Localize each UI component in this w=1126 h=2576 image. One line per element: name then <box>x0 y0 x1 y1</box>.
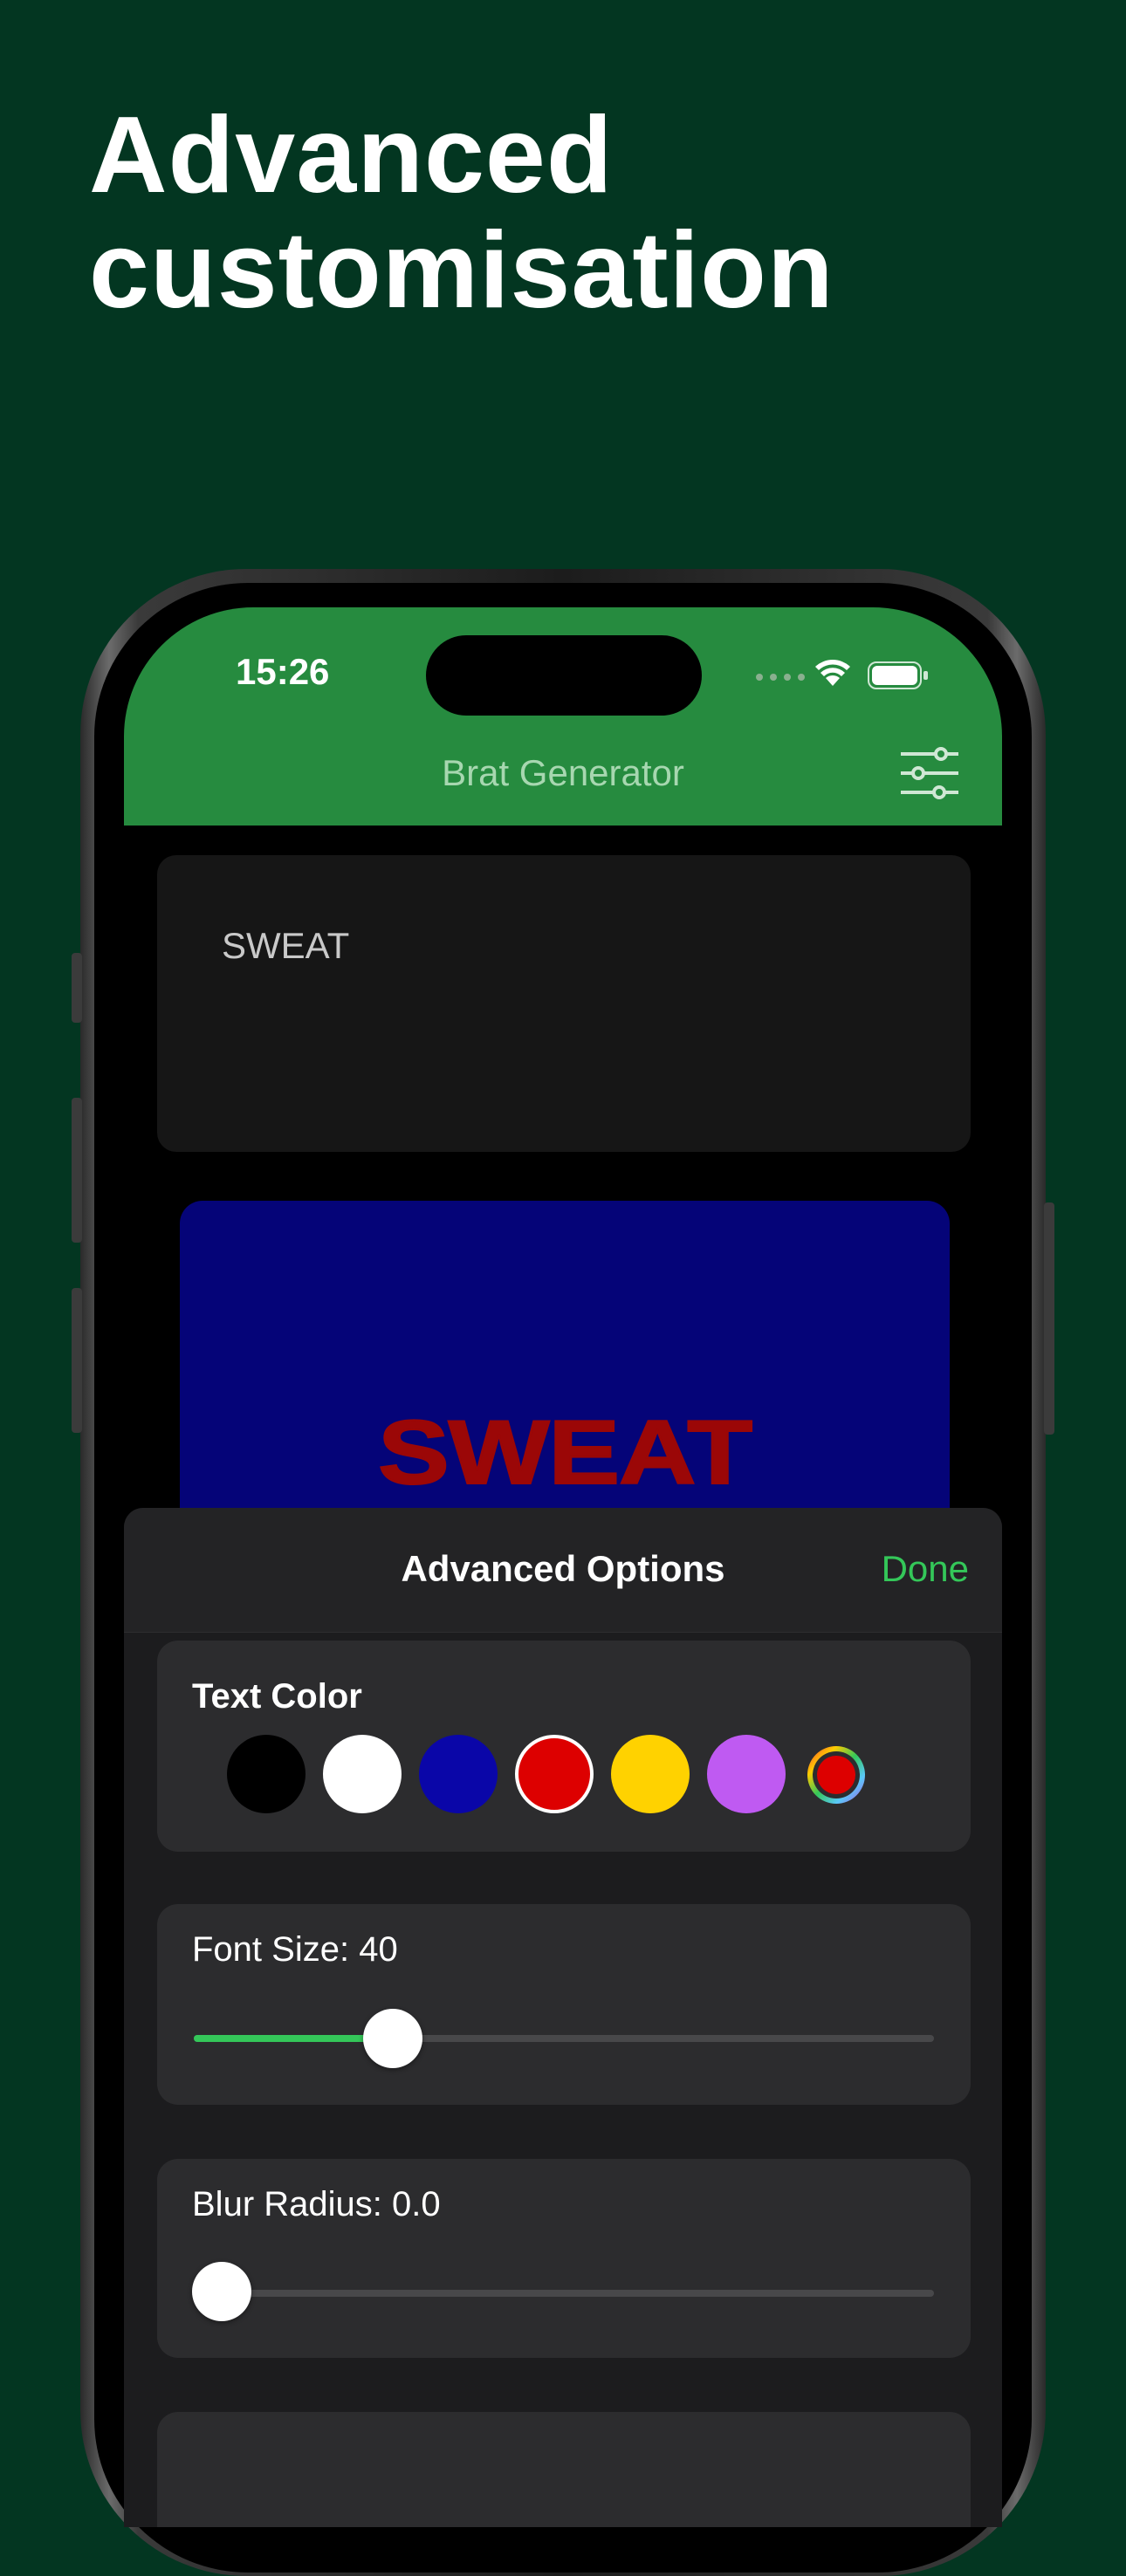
font-size-slider-thumb[interactable] <box>363 2009 422 2068</box>
sheet-header: Advanced Options Done <box>124 1508 1002 1633</box>
blur-radius-slider-thumb[interactable] <box>192 2262 251 2321</box>
text-input-area[interactable]: SWEAT <box>157 855 971 1152</box>
status-time: 15:26 <box>236 651 330 692</box>
advanced-options-sheet: Advanced Options Done Text Color Font Si… <box>124 1508 1002 2527</box>
blur-radius-label: Blur Radius: 0.0 <box>192 2185 441 2223</box>
headline-line-1: Advanced <box>89 95 614 216</box>
navigation-bar: 15:26 Brat Generator <box>124 607 1002 826</box>
blur-radius-card: Blur Radius: 0.0 <box>157 2159 971 2358</box>
headline-line-2: customisation <box>89 210 834 331</box>
color-swatch-white[interactable] <box>323 1735 402 1813</box>
dynamic-island <box>426 635 702 716</box>
blur-radius-slider-track[interactable] <box>194 2290 934 2297</box>
color-swatch-yellow[interactable] <box>611 1735 690 1813</box>
volume-up-button <box>72 1098 82 1243</box>
color-swatch-purple[interactable] <box>707 1735 786 1813</box>
volume-down-button <box>72 1288 82 1433</box>
next-option-card <box>157 2412 971 2527</box>
headline: Advanced customisation <box>89 98 1049 328</box>
text-color-label: Text Color <box>192 1677 362 1716</box>
phone-screen: 15:26 Brat Generator SWEAT SWEAT Advance… <box>124 607 1002 2527</box>
action-button <box>72 953 82 1023</box>
power-button <box>1044 1202 1054 1435</box>
font-size-slider-track[interactable] <box>194 2035 934 2042</box>
preview-text: SWEAT <box>377 1401 754 1504</box>
font-size-label: Font Size: 40 <box>192 1930 398 1969</box>
sheet-title: Advanced Options <box>401 1548 725 1589</box>
text-color-card: Text Color <box>157 1641 971 1852</box>
sliders-icon[interactable] <box>899 747 960 799</box>
text-input-value[interactable]: SWEAT <box>222 925 349 967</box>
color-swatch-black[interactable] <box>227 1735 306 1813</box>
wifi-icon <box>815 660 850 686</box>
cellular-signal-icon <box>756 674 805 681</box>
done-button[interactable]: Done <box>882 1548 969 1590</box>
battery-icon <box>868 661 928 689</box>
nav-title: Brat Generator <box>442 752 684 793</box>
font-size-card: Font Size: 40 <box>157 1904 971 2105</box>
color-wheel-icon[interactable] <box>805 1744 868 1806</box>
color-swatch-red[interactable] <box>515 1735 594 1813</box>
color-swatch-blue[interactable] <box>419 1735 498 1813</box>
